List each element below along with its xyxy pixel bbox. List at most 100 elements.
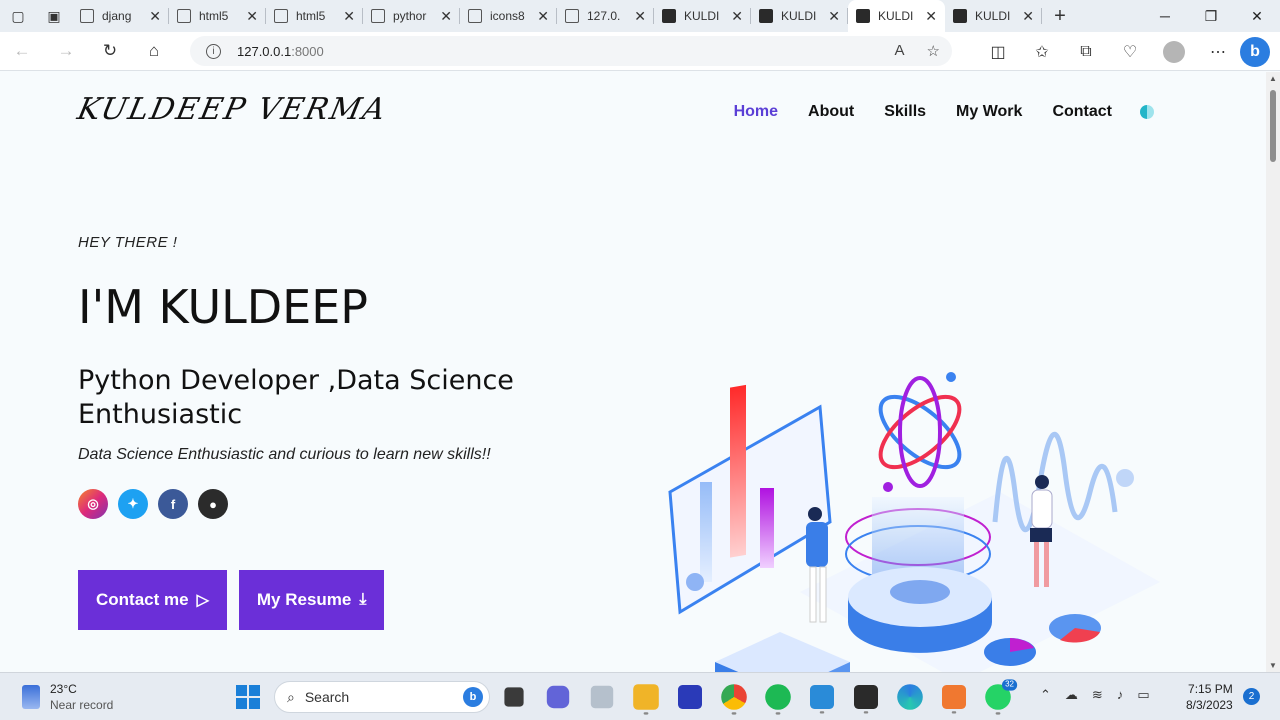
hero-role: Python Developer ,Data Science Enthusias… <box>78 365 514 430</box>
window-controls: ─ ❐ ✕ <box>1142 0 1280 32</box>
whatsapp-icon[interactable]: 32 <box>985 679 1018 715</box>
split-screen-icon[interactable]: ◫ <box>976 42 1020 62</box>
app-icon[interactable] <box>678 685 702 709</box>
favorites-icon[interactable]: ✩ <box>1020 42 1064 62</box>
scroll-thumb[interactable] <box>1270 90 1276 162</box>
maximize-icon[interactable]: ❐ <box>1188 0 1234 32</box>
spotify-icon[interactable] <box>765 684 791 715</box>
chevron-up-icon[interactable]: ⌃ <box>1040 687 1051 703</box>
url-port: :8000 <box>291 43 324 59</box>
tab-close-icon[interactable]: ✕ <box>149 8 161 25</box>
taskbar: 23°C Near record ⌕ Search b 32 ⌃ ☁ ≋ ♪ ▭… <box>0 672 1280 720</box>
task-view-icon[interactable] <box>504 687 524 707</box>
contact-me-label: Contact me <box>96 590 189 609</box>
site-logo[interactable]: KULDEEP VERMA <box>74 92 390 127</box>
notification-badge[interactable]: 2 <box>1243 688 1260 705</box>
forward-icon[interactable]: → <box>44 32 88 71</box>
back-icon[interactable]: ← <box>0 32 44 71</box>
search-icon: ⌕ <box>287 688 295 705</box>
browser-tab[interactable]: html5 ✕ <box>169 0 266 32</box>
terminal-icon[interactable] <box>854 685 878 714</box>
nav-link-my-work[interactable]: My Work <box>956 103 1022 121</box>
nav-link-skills[interactable]: Skills <box>884 103 926 121</box>
minimize-icon[interactable]: ─ <box>1142 0 1188 32</box>
performance-icon[interactable]: ♡ <box>1108 42 1152 62</box>
tab-close-icon[interactable]: ✕ <box>537 8 549 25</box>
twitter-icon[interactable]: ✦ <box>118 489 148 519</box>
browser-tab[interactable]: KULDI ✕ <box>848 0 945 32</box>
read-aloud-icon[interactable]: A <box>895 42 905 60</box>
instagram-icon[interactable]: ◎ <box>78 489 108 519</box>
tab-label: html5 <box>199 9 229 23</box>
file-explorer-icon[interactable] <box>633 684 659 715</box>
more-menu-icon[interactable]: ⋯ <box>1196 42 1240 62</box>
refresh-icon[interactable]: ↻ <box>88 32 132 71</box>
xampp-icon[interactable] <box>942 685 966 714</box>
nav-link-home[interactable]: Home <box>734 103 778 121</box>
facebook-icon[interactable]: f <box>158 489 188 519</box>
site-info-icon[interactable]: i <box>206 43 221 59</box>
tab-label: icons8 <box>490 9 525 23</box>
edge-icon[interactable] <box>897 684 923 710</box>
tab-close-icon[interactable]: ✕ <box>925 8 937 25</box>
tab-label: KULDI <box>684 9 720 23</box>
profile-avatar[interactable] <box>1163 40 1185 63</box>
bing-copilot-icon[interactable]: b <box>1240 36 1270 67</box>
tab-close-icon[interactable]: ✕ <box>246 8 258 25</box>
close-window-icon[interactable]: ✕ <box>1234 0 1280 32</box>
volume-icon[interactable]: ♪ <box>1117 687 1124 703</box>
vscode-icon[interactable] <box>810 685 834 714</box>
workspaces-icon[interactable]: ▢ <box>0 0 36 32</box>
home-icon[interactable]: ⌂ <box>132 32 176 71</box>
tab-close-icon[interactable]: ✕ <box>634 8 646 25</box>
tab-favicon-icon <box>468 9 482 23</box>
tab-close-icon[interactable]: ✕ <box>828 8 840 25</box>
bing-icon: b <box>463 687 483 707</box>
weather-widget[interactable]: 23°C Near record <box>22 681 113 713</box>
system-tray: ⌃ ☁ ≋ ♪ ▭ <box>1040 687 1150 703</box>
cloud-icon[interactable]: ☁ <box>1065 687 1078 703</box>
tab-favicon-icon <box>274 9 288 23</box>
browser-tab[interactable]: html5 ✕ <box>266 0 363 32</box>
browser-tab[interactable]: pythor ✕ <box>363 0 460 32</box>
tab-close-icon[interactable]: ✕ <box>731 8 743 25</box>
nav-link-contact[interactable]: Contact <box>1052 103 1112 121</box>
hero-illustration <box>668 372 1160 672</box>
battery-icon[interactable]: ▭ <box>1137 687 1149 703</box>
thermometer-icon <box>22 685 40 709</box>
browser-tab[interactable]: 127.0. ✕ <box>557 0 654 32</box>
tab-close-icon[interactable]: ✕ <box>1022 8 1034 25</box>
main-nav: Home About Skills My Work Contact <box>734 103 1112 121</box>
tabs-list: djang ✕ html5 ✕ html5 ✕ pythor ✕ icons8 ✕ 127.0. ✕ K… <box>72 0 1042 32</box>
favorite-star-icon[interactable]: ☆ <box>927 42 940 60</box>
tab-actions-icon[interactable]: ▣ <box>36 0 72 32</box>
social-links: ◎ ✦ f ● <box>78 489 228 519</box>
github-icon[interactable]: ● <box>198 489 228 519</box>
my-resume-button[interactable]: My Resume ⤓ <box>238 570 385 630</box>
start-button[interactable] <box>236 685 260 709</box>
taskbar-search[interactable]: ⌕ Search b <box>274 681 490 713</box>
browser-tab[interactable]: KULDI ✕ <box>945 0 1042 32</box>
theme-toggle-icon[interactable] <box>1140 105 1154 119</box>
browser-tab[interactable]: djang ✕ <box>72 0 169 32</box>
browser-tab[interactable]: KULDI ✕ <box>654 0 751 32</box>
collections-icon[interactable]: ⧉ <box>1064 43 1108 61</box>
snipping-tool-icon[interactable] <box>590 685 614 709</box>
clock[interactable]: 7:15 PM 8/3/2023 <box>1186 681 1233 713</box>
url-field[interactable]: i 127.0.0.1:8000 A ☆ <box>190 36 952 66</box>
url-host: 127.0.0.1 <box>237 43 292 59</box>
chrome-icon[interactable] <box>721 684 747 715</box>
tab-close-icon[interactable]: ✕ <box>343 8 355 25</box>
new-tab-button[interactable]: + <box>1042 5 1078 28</box>
greeting: HEY THERE ! <box>78 234 178 251</box>
browser-tab[interactable]: icons8 ✕ <box>460 0 557 32</box>
tab-close-icon[interactable]: ✕ <box>440 8 452 25</box>
browser-tab[interactable]: KULDI ✕ <box>751 0 848 32</box>
scroll-down-icon[interactable]: ▼ <box>1269 661 1277 670</box>
contact-me-button[interactable]: Contact me ▷ <box>78 570 227 630</box>
page-scrollbar[interactable]: ▲ ▼ <box>1266 72 1280 672</box>
wifi-icon[interactable]: ≋ <box>1092 687 1103 703</box>
teams-chat-icon[interactable] <box>546 685 570 709</box>
scroll-up-icon[interactable]: ▲ <box>1269 74 1277 83</box>
nav-link-about[interactable]: About <box>808 103 854 121</box>
